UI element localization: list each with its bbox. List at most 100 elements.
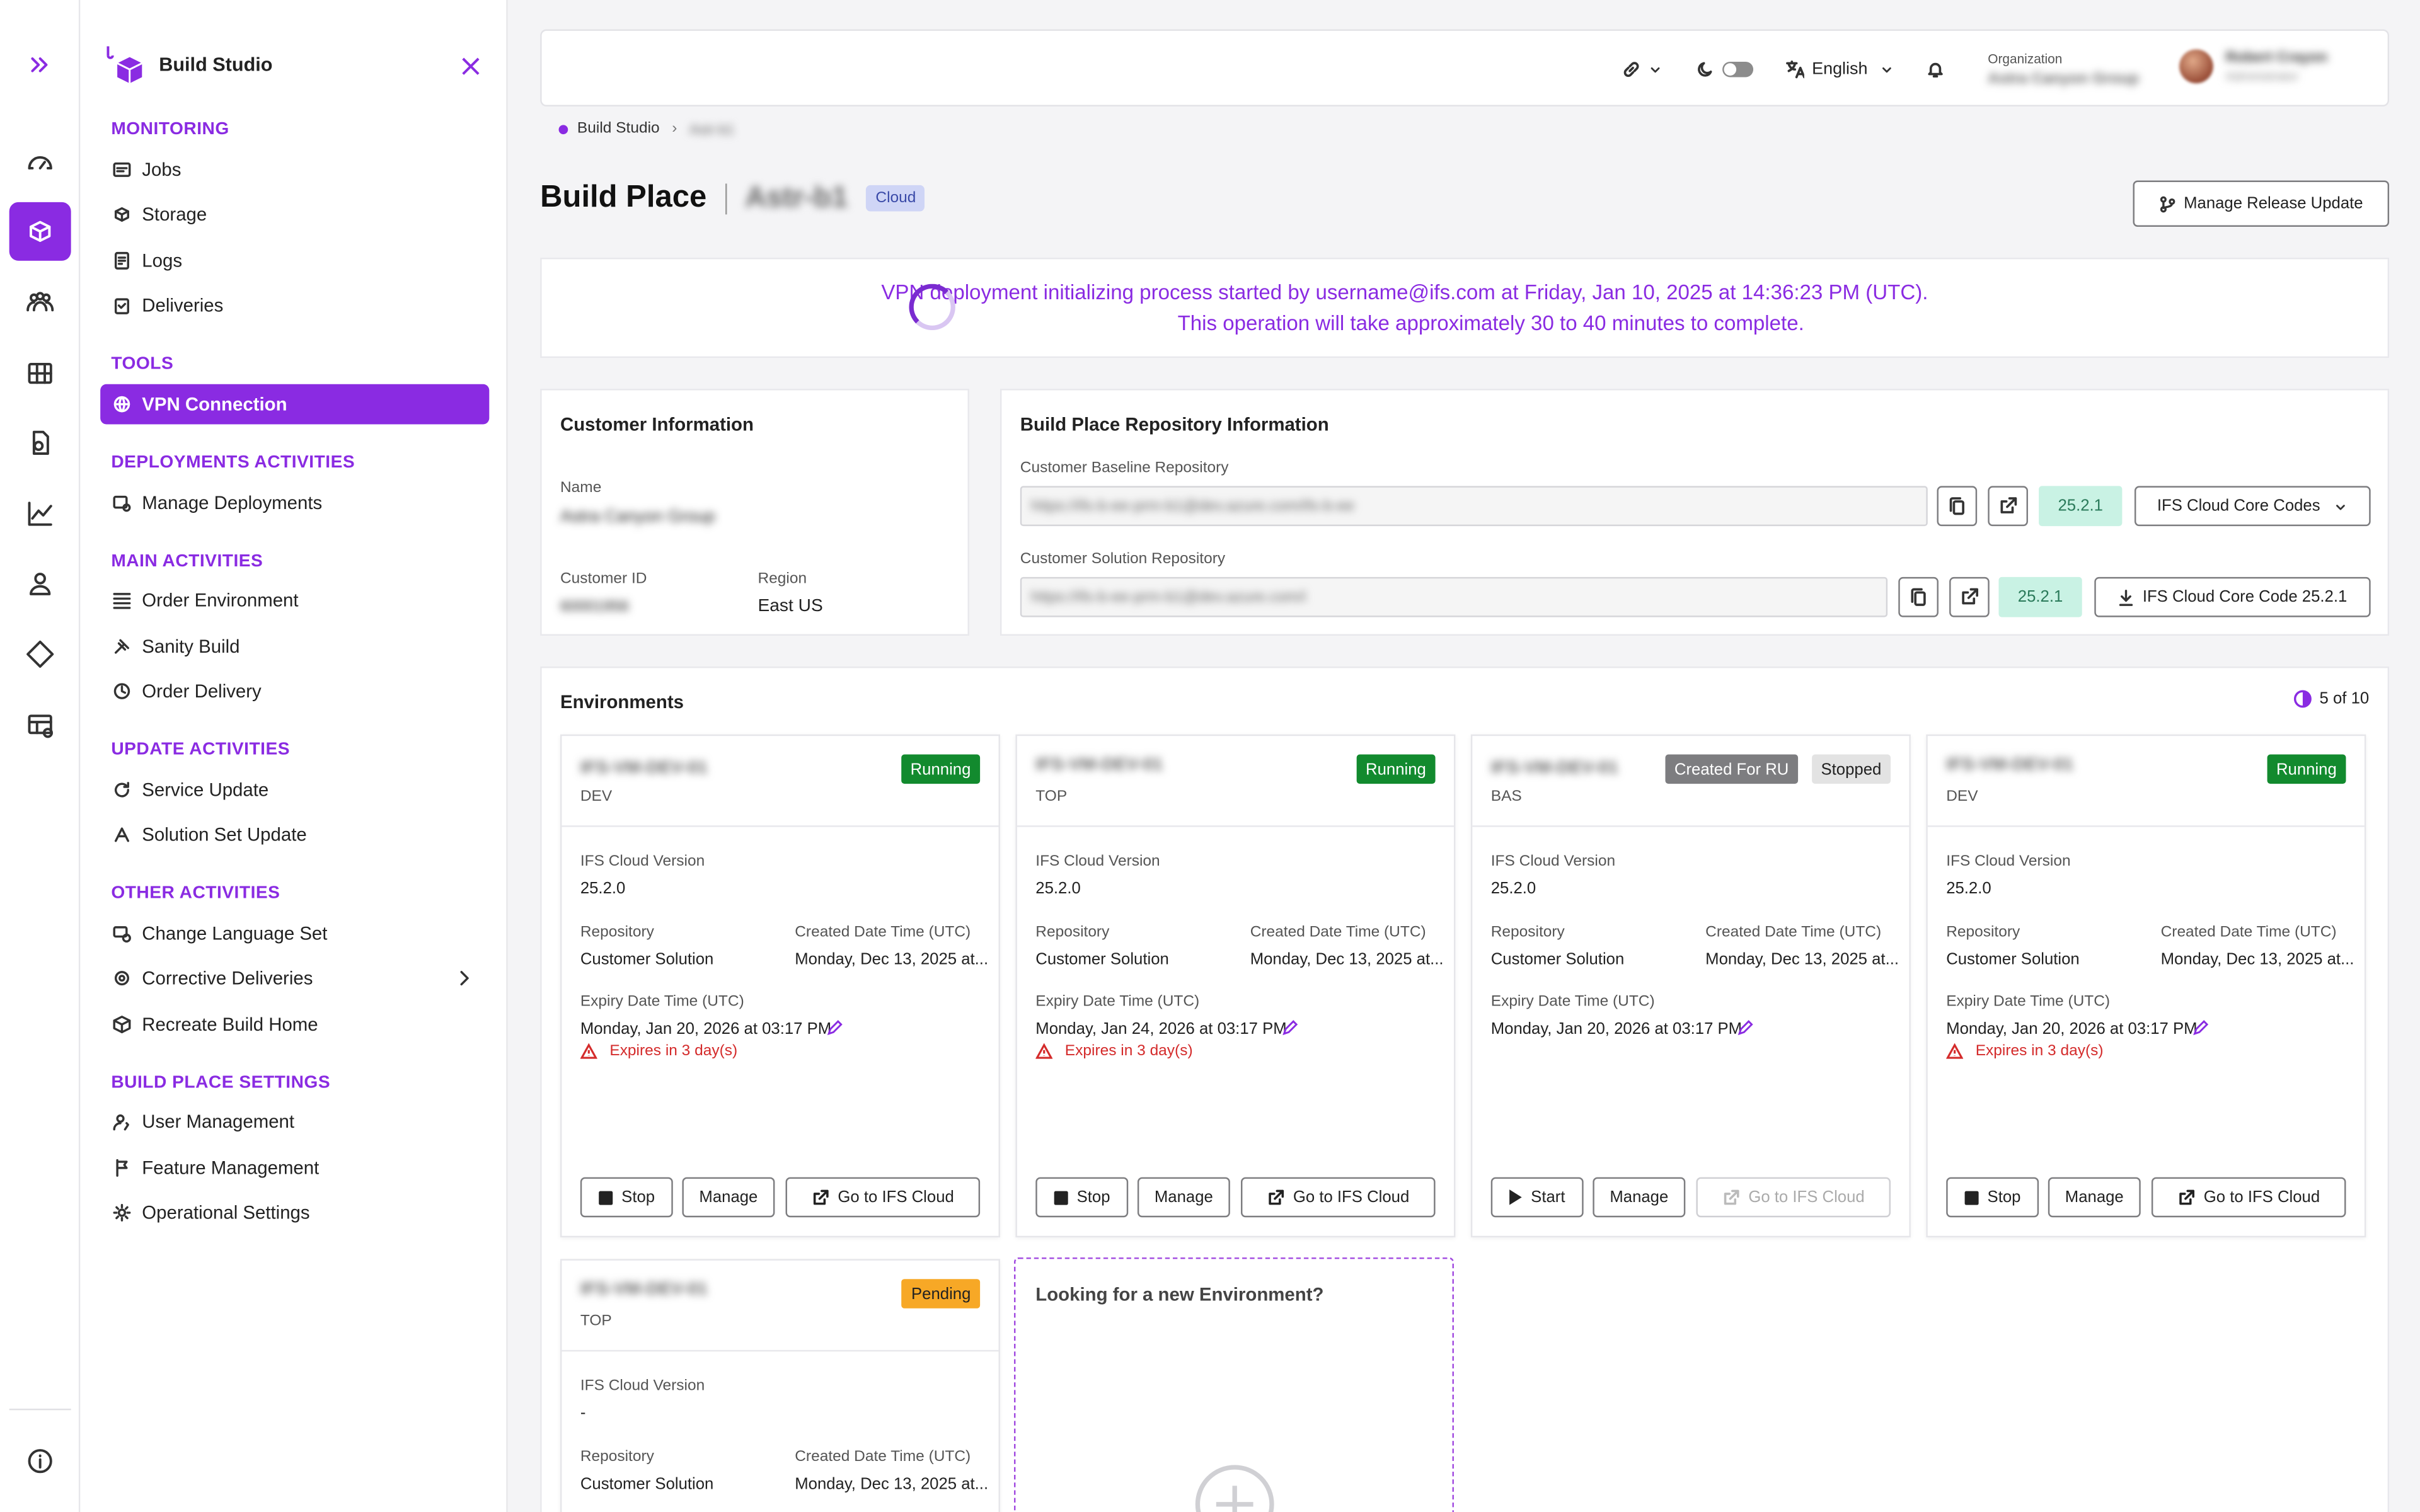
breadcrumb-root[interactable]: Build Studio [577,120,660,137]
sanity-build-icon [114,639,129,654]
nav-solution-set-update[interactable]: Solution Set Update [100,815,489,855]
status-badge: Running [901,754,981,784]
chevron-down-icon [2336,504,2346,510]
edit-icon[interactable] [1736,1018,1754,1036]
customer-name-label: Name [560,479,602,497]
baseline-repository-field[interactable]: https://ifs-b-ee-prm-b1@dev.azure.com/if… [1020,486,1928,527]
stop-label: Stop [1987,1188,2021,1207]
build-studio-icon[interactable] [9,202,71,261]
build-studio-logo-icon [107,46,142,84]
nav-corrective-deliveries[interactable]: Corrective Deliveries [100,958,489,999]
nav-deliveries[interactable]: Deliveries [100,285,489,326]
deliveries-icon [114,298,129,314]
open-solution-button[interactable] [1949,576,1990,617]
manage-label: Manage [1154,1188,1213,1207]
stop-button[interactable]: Stop [580,1177,673,1218]
go-to-ifs-cloud-button[interactable]: Go to IFS Cloud [2151,1177,2346,1218]
settings-table-icon[interactable] [9,696,71,754]
diamond-icon[interactable] [9,625,71,684]
stop-icon [1964,1190,1978,1205]
new-environment-card[interactable]: Looking for a new Environment? [1013,1257,1454,1512]
notifications-button[interactable] [1926,31,1944,108]
nav-logs[interactable]: Logs [100,241,489,281]
version-value: 25.2.0 [1035,879,1081,898]
environment-name: IFS-VM-DEV-01 [580,759,708,778]
icon-rail [0,0,81,1512]
go-to-ifs-cloud-label: Go to IFS Cloud [2203,1188,2320,1207]
go-to-ifs-cloud-button[interactable]: Go to IFS Cloud [1240,1177,1436,1218]
nav-feature-management[interactable]: Feature Management [100,1148,489,1188]
nav-order-delivery[interactable]: Order Delivery [100,671,489,711]
customer-id: 60001956 [560,598,629,616]
organization-info[interactable]: Organization Astra Canyon Group [1988,51,2139,88]
environments-count: 5 of 10 [2293,690,2369,708]
go-to-ifs-cloud-button[interactable]: Go to IFS Cloud [1696,1177,1891,1218]
manage-release-update-button[interactable]: Manage Release Update [2133,180,2390,227]
edit-icon[interactable] [2192,1018,2210,1036]
stop-button[interactable]: Stop [1035,1177,1129,1218]
nav-sanity-build[interactable]: Sanity Build [100,626,489,667]
stop-button[interactable]: Stop [1946,1177,2039,1218]
nav-storage[interactable]: Storage [100,195,489,235]
users-icon[interactable] [9,273,71,331]
nav-vpn-connection[interactable]: VPN Connection [100,384,490,425]
expiry-warning: Expires in 3 day(s) [1035,1043,1193,1060]
close-icon[interactable] [460,55,481,77]
vpn-status-line1: VPN deployment initializing process star… [881,280,1928,304]
nav-change-language-set[interactable]: Change Language Set [100,914,489,954]
manage-button[interactable]: Manage [1137,1177,1230,1218]
baseline-codes-dropdown[interactable]: IFS Cloud Core Codes [2134,486,2371,527]
language-select[interactable]: English [1785,31,1894,108]
external-link-icon [1724,1189,1739,1205]
document-icon[interactable] [9,413,71,472]
stop-label: Stop [621,1188,655,1207]
go-to-ifs-cloud-button[interactable]: Go to IFS Cloud [785,1177,981,1218]
analytics-icon[interactable] [9,484,71,543]
nav-recreate-build-home[interactable]: Recreate Build Home [100,1004,489,1045]
section-tools: TOOLS [111,355,174,374]
info-icon[interactable] [9,1432,71,1491]
manage-button[interactable]: Manage [682,1177,775,1218]
repository-label: Repository [580,924,654,941]
person-icon[interactable] [9,554,71,612]
nav-order-environment[interactable]: Order Environment [100,580,489,621]
dashboard-icon[interactable] [9,133,71,192]
external-link-icon [1268,1189,1284,1205]
add-circle-icon[interactable] [1195,1464,1275,1512]
grid-icon[interactable] [9,344,71,403]
nav-user-management[interactable]: User Management [100,1102,489,1142]
nav-recreate-build-home-label: Recreate Build Home [142,1013,318,1036]
version-value: 25.2.0 [1490,879,1536,898]
edit-icon[interactable] [826,1018,844,1036]
nav-solution-set-update-label: Solution Set Update [142,823,307,846]
card-divider [562,825,999,827]
download-core-code-button[interactable]: IFS Cloud Core Code 25.2.1 [2094,576,2371,617]
created-for-ru-badge: Created For RU [1665,754,1799,784]
link-menu[interactable] [1622,31,1662,108]
nav-service-update-label: Service Update [142,779,269,801]
nav-operational-settings[interactable]: Operational Settings [100,1193,489,1233]
corrective-deliveries-icon [114,971,129,986]
copy-solution-button[interactable] [1898,576,1939,617]
nav-jobs[interactable]: Jobs [100,150,489,190]
expand-icon[interactable] [9,35,71,94]
copy-baseline-button[interactable] [1937,486,1978,527]
moon-icon [1698,62,1712,77]
open-baseline-button[interactable] [1988,486,2028,527]
section-settings: BUILD PLACE SETTINGS [111,1074,331,1092]
external-link-icon [2000,497,2017,513]
nav-service-update[interactable]: Service Update [100,770,489,810]
environment-name: IFS-VM-DEV-01 [1035,756,1163,775]
nav-manage-deployments[interactable]: Manage Deployments [100,483,489,524]
status-badge: Running [2267,754,2346,784]
nav-operational-settings-label: Operational Settings [142,1201,310,1224]
theme-toggle[interactable] [1696,31,1754,108]
region-label: Region [758,571,807,588]
start-button[interactable]: Start [1490,1177,1584,1218]
manage-button[interactable]: Manage [2048,1177,2141,1218]
manage-button[interactable]: Manage [1593,1177,1686,1218]
solution-repository-field[interactable]: https://ifs-b-ee-prm-b1@dev.azure.com/i [1020,576,1888,617]
user-menu[interactable]: Robert Crayon Administrator [2179,49,2327,84]
edit-icon[interactable] [1281,1018,1299,1036]
toggle-switch[interactable] [1722,61,1754,77]
